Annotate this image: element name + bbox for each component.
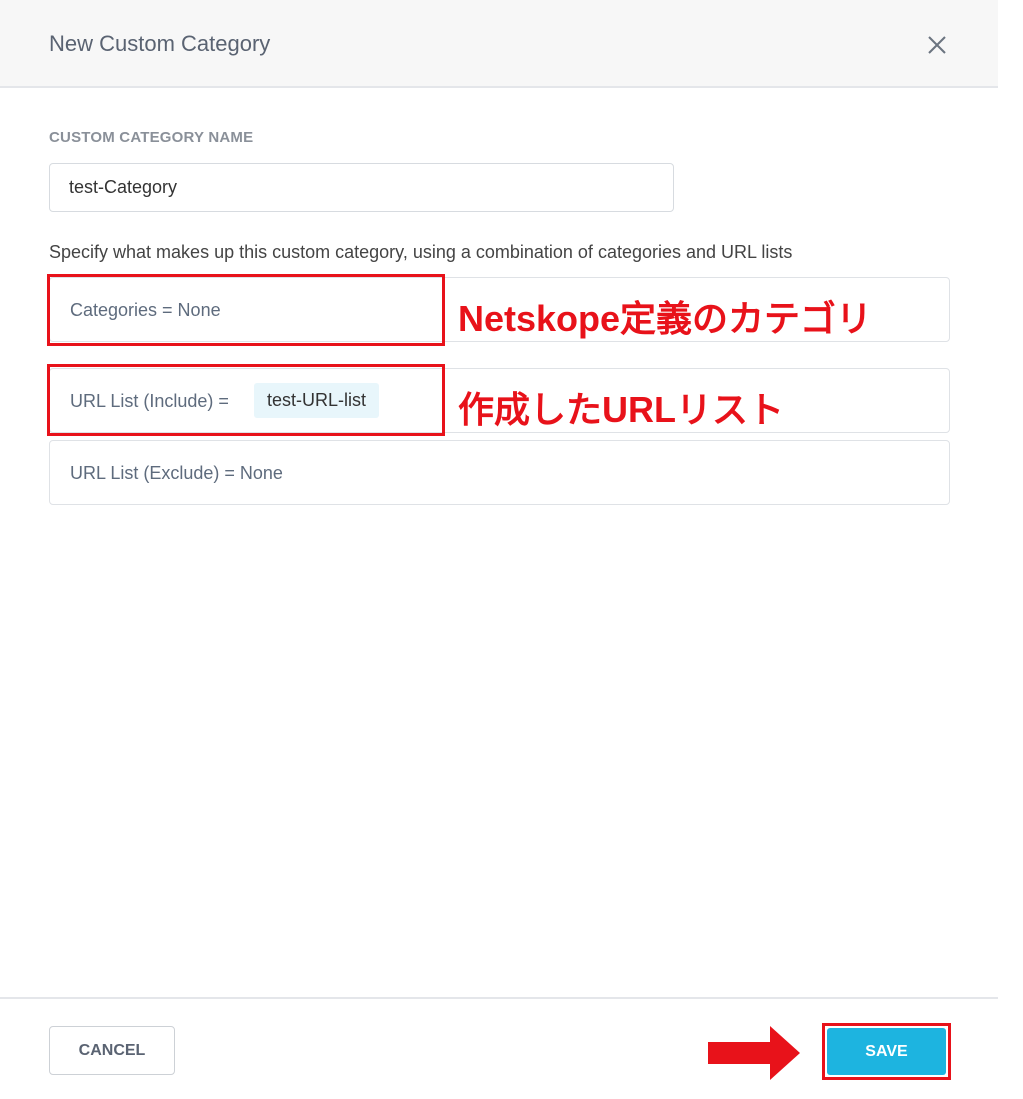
cancel-button[interactable]: CANCEL	[49, 1026, 175, 1075]
url-list-exclude-rule-row[interactable]: URL List (Exclude) = None	[49, 440, 950, 505]
category-name-input[interactable]	[49, 163, 674, 212]
footer-divider	[0, 997, 998, 999]
right-arrow-icon	[708, 1026, 800, 1080]
category-description: Specify what makes up this custom catego…	[49, 242, 793, 262]
category-name-label: CUSTOM CATEGORY NAME	[49, 129, 254, 146]
url-list-annotation: 作成したURLリスト	[458, 389, 784, 430]
save-button[interactable]: SAVE	[827, 1028, 946, 1075]
close-button[interactable]	[922, 30, 952, 60]
url-list-exclude-text: URL List (Exclude) = None	[70, 463, 283, 483]
new-custom-category-dialog: New Custom Category CUSTOM CATEGORY NAME…	[0, 0, 998, 1099]
dialog-header: New Custom Category	[0, 0, 998, 88]
categories-annotation: Netskope定義のカテゴリ	[458, 298, 873, 339]
close-icon	[928, 36, 946, 54]
url-list-chip[interactable]: test-URL-list	[254, 383, 380, 418]
dialog-title: New Custom Category	[49, 31, 271, 56]
categories-rule-text: Categories = None	[70, 300, 221, 320]
url-list-include-label: URL List (Include) =	[70, 391, 229, 411]
